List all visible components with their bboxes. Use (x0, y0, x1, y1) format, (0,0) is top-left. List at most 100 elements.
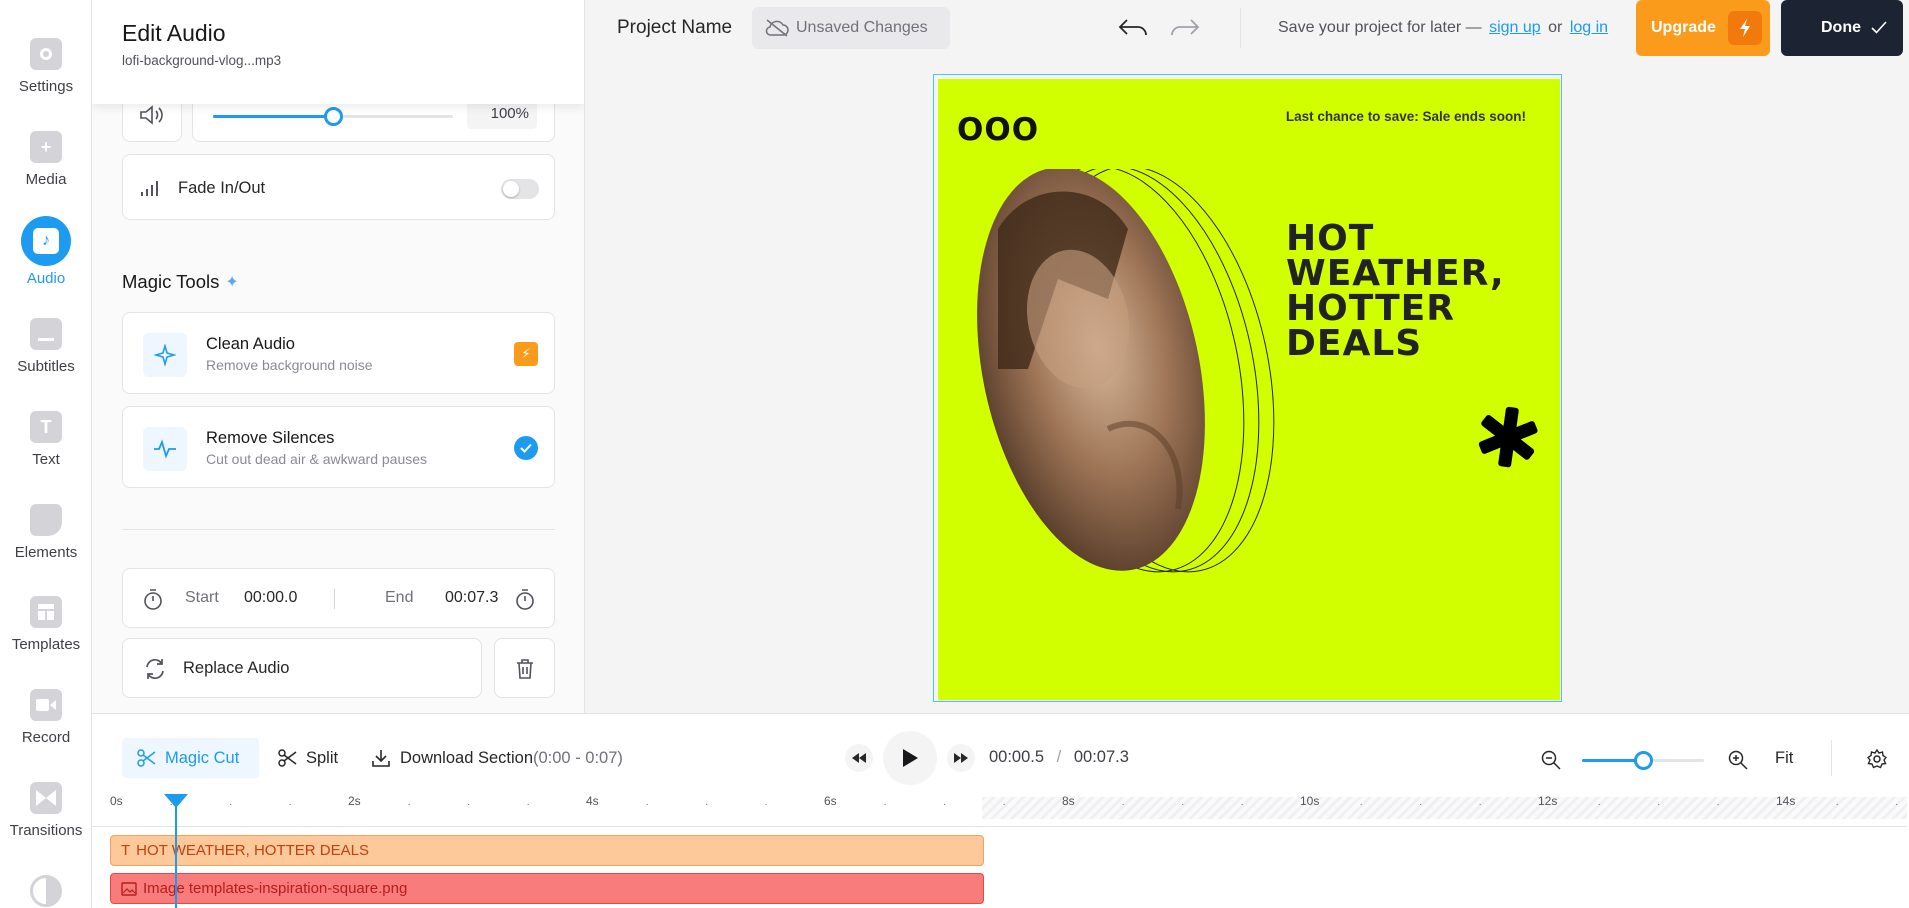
volume-slider-track[interactable] (213, 107, 453, 126)
end-value[interactable]: 00:07.3 (445, 589, 498, 607)
rail-item-transitions[interactable]: Transitions (0, 782, 92, 839)
unsaved-label: Unsaved Changes (796, 19, 928, 36)
log-in-link[interactable]: log in (1570, 19, 1608, 36)
panel-header: Edit Audio lofi-background-vlog...mp3 (92, 0, 584, 104)
rewind-icon (852, 753, 866, 763)
audio-filename: lofi-background-vlog...mp3 (122, 53, 282, 68)
rail-item-subtitles[interactable]: Subtitles (0, 318, 92, 375)
stopwatch-icon (516, 589, 534, 610)
timeline-panel: Magic Cut Split Download Section (0:00 -… (92, 713, 1909, 908)
gear-icon[interactable] (1867, 749, 1887, 769)
fast-forward-icon (954, 753, 968, 763)
rail-item-record[interactable]: Record (0, 689, 92, 746)
rewind-button[interactable] (845, 744, 873, 772)
undo-icon[interactable] (1118, 18, 1148, 38)
download-section-button[interactable]: Download Section (0:00 - 0:07) (371, 738, 623, 778)
tick-dot: · (1835, 799, 1839, 810)
redo-icon[interactable] (1170, 18, 1200, 38)
speaker-icon (140, 105, 163, 125)
image-icon (121, 881, 137, 896)
tick-dot: · (645, 799, 649, 810)
elements-icon (30, 504, 62, 536)
playhead-handle[interactable] (164, 794, 188, 808)
fit-button[interactable]: Fit (1775, 749, 1793, 768)
current-time: 00:00.5 (989, 748, 1045, 766)
sparkle-icon: ✦ (225, 274, 239, 291)
delete-audio-button[interactable] (494, 638, 555, 698)
rail-item-filters[interactable] (0, 875, 92, 907)
tick-dot: · (1240, 799, 1244, 810)
clip-label: HOT WEATHER, HOTTER DEALS (136, 842, 369, 859)
edit-audio-panel: Edit Audio lofi-background-vlog...mp3 10… (92, 0, 585, 713)
fast-forward-button[interactable] (947, 744, 975, 772)
headline-line: WEATHER, (1286, 253, 1505, 294)
split-label: Split (306, 748, 339, 767)
photo-oval-illustration[interactable] (958, 169, 1288, 589)
rail-item-audio[interactable]: ♪ Audio (0, 216, 92, 287)
rail-item-text[interactable]: T Text (0, 411, 92, 468)
rail-label: Elements (14, 544, 78, 561)
text-icon: T (30, 411, 62, 443)
magic-cut-button[interactable]: Magic Cut (122, 738, 259, 778)
zoom-slider-track[interactable] (1582, 751, 1704, 770)
asterisk-icon[interactable] (1476, 405, 1540, 469)
rail-item-templates[interactable]: Templates (0, 596, 92, 653)
split-button[interactable]: Split (278, 738, 338, 778)
tick-dot: · (1121, 799, 1125, 810)
download-icon (372, 750, 390, 767)
rail-item-media[interactable]: + Media (0, 131, 92, 188)
remove-silences-tool[interactable]: Remove Silences Cut out dead air & awkwa… (122, 406, 555, 488)
rail-item-settings[interactable]: Settings (0, 38, 92, 95)
refresh-icon (146, 658, 164, 680)
canvas-logo[interactable]: OOO (957, 112, 1039, 148)
playhead[interactable] (164, 794, 188, 908)
fade-toggle[interactable] (501, 179, 539, 199)
tick-dot: · (1597, 799, 1601, 810)
zoom-slider-handle[interactable] (1634, 751, 1653, 770)
volume-slider-fill (213, 115, 333, 118)
tick-dot: · (526, 799, 530, 810)
tick-dot: · (229, 799, 233, 810)
zoom-out-icon[interactable] (1541, 750, 1561, 770)
replace-audio-button[interactable]: Replace Audio (122, 638, 482, 698)
upgrade-label: Upgrade (1651, 19, 1716, 36)
zoom-in-icon[interactable] (1728, 750, 1748, 770)
tick-dot: · (764, 799, 768, 810)
rail-item-elements[interactable]: Elements (0, 504, 92, 561)
start-value[interactable]: 00:00.0 (244, 589, 297, 607)
scissors-icon (278, 749, 297, 767)
upgrade-button[interactable]: Upgrade (1636, 0, 1770, 56)
play-icon (903, 749, 918, 767)
or-text: or (1548, 19, 1563, 36)
project-name[interactable]: Project Name (617, 17, 732, 39)
end-label: End (385, 589, 414, 606)
done-button[interactable]: Done (1781, 0, 1903, 56)
volume-slider-handle[interactable] (324, 107, 343, 126)
text-icon: T (121, 842, 131, 859)
canvas-promo-text[interactable]: Last chance to save: Sale ends soon! (1286, 109, 1526, 124)
tick-label: 8s (1062, 794, 1075, 808)
fade-label: Fade In/Out (178, 179, 266, 197)
download-range: (0:00 - 0:07) (533, 748, 623, 767)
save-prompt-text: Save your project for later — (1278, 19, 1482, 36)
checkmark-icon[interactable] (514, 436, 538, 460)
check-icon (1871, 21, 1887, 34)
divider (92, 826, 1907, 827)
headline-line: HOTTER (1286, 288, 1455, 329)
play-button[interactable] (883, 731, 937, 785)
image-track-clip[interactable]: Image templates-inspiration-square.png (110, 873, 984, 904)
tick-dot: · (1002, 799, 1006, 810)
canvas-headline[interactable]: HOT WEATHER, HOTTER DEALS (1286, 221, 1505, 362)
design-canvas[interactable]: OOO Last chance to save: Sale ends soon!… (938, 79, 1560, 700)
tick-label: 14s (1776, 794, 1796, 808)
tool-description: Remove background noise (206, 357, 373, 373)
waveform-icon (143, 427, 187, 471)
text-track-clip[interactable]: T HOT WEATHER, HOTTER DEALS (110, 835, 984, 866)
sign-up-link[interactable]: sign up (1489, 19, 1541, 36)
download-label: Download Section (400, 748, 533, 767)
save-prompt: Save your project for later — sign up or… (1278, 19, 1608, 37)
clean-audio-tool[interactable]: Clean Audio Remove background noise ⚡ (122, 312, 555, 394)
replace-audio-label: Replace Audio (183, 659, 290, 677)
panel-title: Edit Audio (122, 20, 226, 46)
signal-bars-icon (141, 181, 158, 196)
